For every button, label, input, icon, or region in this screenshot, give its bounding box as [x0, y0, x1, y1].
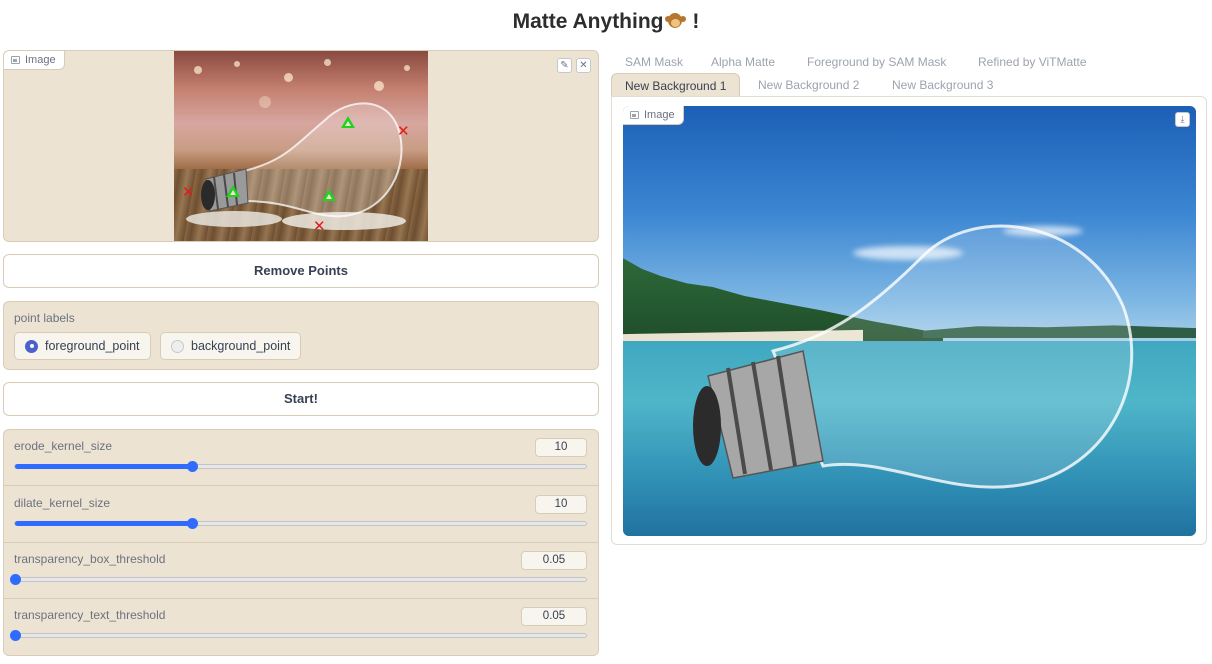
lightbulb-illustration — [186, 102, 406, 230]
tab-new-background-3[interactable]: New Background 3 — [892, 78, 993, 92]
edit-button[interactable]: ✎ — [557, 58, 572, 73]
tab-refined-by-vitmatte[interactable]: Refined by ViTMatte — [978, 55, 1087, 69]
slider-track[interactable] — [10, 630, 587, 641]
slider-thumb[interactable] — [10, 574, 21, 585]
background-marker-icon: ✕ — [313, 218, 326, 235]
slider-number-input[interactable]: 10 — [535, 495, 587, 514]
point-labels-panel: point labels foreground_point background… — [3, 301, 599, 370]
background-marker-icon: ✕ — [182, 184, 195, 201]
slider-row-box-threshold: transparency_box_threshold 0.05 — [4, 543, 598, 599]
page-title-text: Matte Anything — [512, 10, 664, 33]
output-image: Image ⤓ — [623, 106, 1196, 536]
slider-row-dilate: dilate_kernel_size 10 — [4, 487, 598, 543]
slider-thumb[interactable] — [187, 461, 198, 472]
slider-number-input[interactable]: 0.05 — [521, 551, 587, 570]
foreground-marker-icon — [341, 116, 355, 128]
tab-foreground-by-sam-mask[interactable]: Foreground by SAM Mask — [807, 55, 946, 69]
tab-new-background-1[interactable]: New Background 1 — [611, 73, 741, 98]
point-labels-label: point labels — [14, 311, 75, 325]
slider-row-text-threshold: transparency_text_threshold 0.05 — [4, 599, 598, 655]
output-panel: Image ⤓ — [611, 96, 1207, 545]
tab-alpha-matte[interactable]: Alpha Matte — [711, 55, 775, 69]
monkey-icon — [664, 11, 687, 31]
image-icon — [630, 111, 639, 119]
sliders-panel: erode_kernel_size 10 dilate_kernel_size … — [3, 429, 599, 656]
background-point-label: background_point — [191, 339, 291, 353]
slider-label: dilate_kernel_size — [14, 496, 111, 510]
background-point-radio[interactable]: background_point — [160, 332, 302, 360]
slider-label: transparency_text_threshold — [14, 608, 166, 622]
foreground-point-label: foreground_point — [45, 339, 140, 353]
lightbulb-illustration — [693, 224, 1134, 489]
pencil-icon: ✎ — [560, 60, 569, 71]
image-label-tag: Image — [4, 51, 65, 70]
slider-track[interactable] — [10, 574, 587, 585]
remove-points-button[interactable]: Remove Points — [3, 254, 599, 288]
foreground-point-radio[interactable]: foreground_point — [14, 332, 151, 360]
slider-row-erode: erode_kernel_size 10 — [4, 430, 598, 486]
tab-sam-mask[interactable]: SAM Mask — [625, 55, 683, 69]
background-marker-icon: ✕ — [397, 123, 410, 140]
image-icon — [11, 56, 20, 64]
download-button[interactable]: ⤓ — [1175, 112, 1190, 127]
radio-unselected-icon — [171, 339, 184, 353]
foreground-marker-icon — [226, 185, 240, 197]
close-icon: ✕ — [579, 60, 588, 71]
page-title: Matte Anything ! — [0, 10, 1212, 34]
foreground-marker-icon — [322, 189, 336, 201]
page-title-suffix: ! — [692, 10, 700, 33]
slider-thumb[interactable] — [10, 630, 21, 641]
close-button[interactable]: ✕ — [576, 58, 591, 73]
tab-new-background-2[interactable]: New Background 2 — [758, 78, 859, 92]
image-label: Image — [25, 54, 56, 66]
image-label-tag: Image — [623, 106, 684, 125]
slider-label: erode_kernel_size — [14, 439, 113, 453]
slider-number-input[interactable]: 10 — [535, 438, 587, 457]
slider-number-input[interactable]: 0.05 — [521, 607, 587, 626]
download-icon: ⤓ — [1180, 114, 1185, 124]
image-label: Image — [644, 109, 675, 121]
start-button[interactable]: Start! — [3, 382, 599, 416]
slider-track[interactable] — [14, 461, 587, 472]
slider-thumb[interactable] — [187, 518, 198, 529]
input-image-panel[interactable]: Image ✕ ✕ ✕ ✎ ✕ — [3, 50, 599, 242]
slider-track[interactable] — [14, 518, 587, 529]
radio-selected-icon — [25, 339, 38, 353]
slider-label: transparency_box_threshold — [14, 552, 166, 566]
input-image[interactable] — [174, 51, 428, 241]
